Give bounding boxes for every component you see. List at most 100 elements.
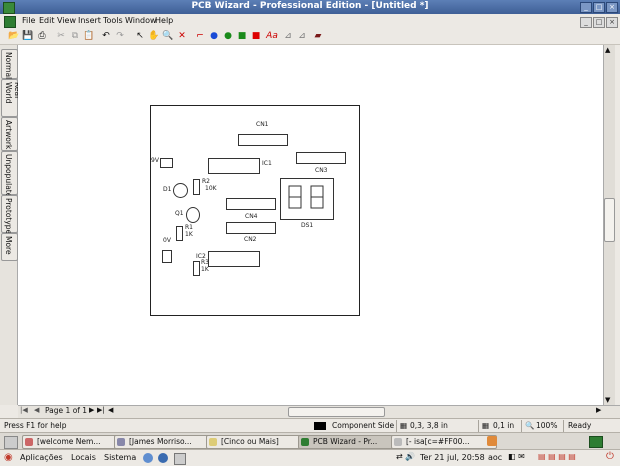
document-icon[interactable] — [4, 16, 16, 28]
menu-insert[interactable]: Insert — [78, 16, 101, 25]
menu-window[interactable]: Window — [125, 16, 157, 25]
tab-more[interactable]: More — [1, 233, 18, 261]
label-ds1: DS1 — [301, 222, 314, 229]
browser-launcher-icon[interactable] — [143, 453, 153, 463]
task-welcome[interactable]: [welcome Nem... — [22, 435, 124, 449]
notification-icons[interactable]: ◧ ✉ — [508, 452, 525, 461]
resistor-r2[interactable] — [193, 179, 200, 195]
text-tool-icon[interactable]: Aa — [266, 30, 278, 42]
tab-unpopulated[interactable]: Unpopulated — [1, 151, 18, 202]
tab-normal[interactable]: Normal — [1, 49, 18, 79]
resistor-r3[interactable] — [193, 261, 200, 276]
panel-clock[interactable]: Ter 21 jul, 20:58 — [420, 453, 485, 462]
circle-tool-icon[interactable]: ● — [222, 30, 234, 42]
menu-tools[interactable]: Tools — [103, 16, 123, 25]
scroll-right-icon[interactable]: ▶ — [596, 406, 601, 414]
tab-prototype[interactable]: Prototype — [1, 195, 18, 234]
status-bar: Press F1 for help Component Side ▦ 0,3, … — [0, 418, 620, 433]
transistor-q1[interactable] — [186, 207, 200, 223]
tab-artwork[interactable]: Artwork — [1, 117, 18, 151]
resistor-r1[interactable] — [176, 226, 183, 241]
menu-places[interactable]: Locais — [71, 453, 96, 462]
pan-hand-icon[interactable]: ✋ — [148, 30, 160, 42]
task-pcb-wizard[interactable]: PCB Wizard - Pr... — [298, 435, 400, 449]
chip-ic1[interactable] — [208, 158, 260, 174]
horizontal-scroll-thumb[interactable] — [288, 407, 385, 417]
indicator-icons[interactable]: ▤ ▤ ▤ ▤ — [538, 452, 576, 461]
tray-icons[interactable]: ⇄ 🔊 — [396, 452, 415, 461]
menu-applications[interactable]: Aplicações — [20, 453, 63, 462]
chip-ic2[interactable] — [208, 251, 260, 267]
pad-tool-icon[interactable]: ● — [208, 30, 220, 42]
zoom-icon[interactable]: 🔍 — [162, 30, 174, 42]
browser-icon — [25, 438, 33, 446]
delete-icon[interactable]: ✕ — [176, 30, 188, 42]
tray-icon[interactable] — [487, 436, 497, 446]
terminal-9v[interactable] — [160, 158, 173, 168]
status-ready: Ready — [568, 421, 592, 430]
paste-icon[interactable]: 📋 — [83, 30, 95, 42]
task-cinco[interactable]: [Cinco ou Mais] — [206, 435, 308, 449]
rectangle-tool-icon[interactable]: ■ — [236, 30, 248, 42]
minimize-button[interactable]: _ — [580, 2, 592, 13]
diode-d1[interactable] — [173, 183, 188, 198]
next-page-icon[interactable]: ▶ — [89, 406, 94, 414]
mirror-icon[interactable]: ⊿ — [296, 30, 308, 42]
select-pointer-icon[interactable]: ↖ — [134, 30, 146, 42]
copy-icon[interactable]: ⧉ — [69, 30, 81, 42]
close-button[interactable]: × — [606, 2, 618, 13]
game-icon — [209, 438, 217, 446]
label-r2: R2 — [202, 178, 210, 185]
connector-cn3[interactable] — [296, 152, 346, 164]
status-coordinates: 0,3, 3,8 in — [410, 421, 448, 430]
track-tool-icon[interactable]: ⌐ — [194, 30, 206, 42]
status-layer[interactable]: Component Side — [332, 421, 394, 430]
ubuntu-logo-icon[interactable]: ◉ — [4, 452, 13, 463]
terminal-0v[interactable] — [162, 250, 172, 263]
undo-icon[interactable]: ↶ — [100, 30, 112, 42]
scroll-down-icon[interactable]: ▼ — [605, 396, 610, 404]
connector-cn1[interactable] — [238, 134, 288, 146]
separator — [521, 420, 522, 432]
align-icon[interactable]: ⊿ — [282, 30, 294, 42]
menu-view[interactable]: View — [57, 16, 76, 25]
print-icon[interactable]: ⎙ — [36, 30, 48, 42]
component-gallery-icon[interactable]: ▰ — [312, 30, 324, 42]
fill-tool-icon[interactable]: ■ — [250, 30, 262, 42]
cut-icon[interactable]: ✂ — [55, 30, 67, 42]
label-9v: 9V — [151, 157, 159, 164]
menu-system[interactable]: Sistema — [104, 453, 136, 462]
task-isa[interactable]: [- isa[c=#FF00... — [391, 435, 497, 449]
save-icon[interactable]: 💾 — [22, 30, 34, 42]
task-james[interactable]: [James Morriso... — [114, 435, 216, 449]
help-launcher-icon[interactable] — [158, 453, 168, 463]
power-icon[interactable]: ⏻ — [606, 451, 614, 462]
display-ds1[interactable] — [280, 178, 334, 220]
connector-cn2[interactable] — [226, 222, 276, 234]
show-desktop-icon[interactable] — [4, 436, 18, 449]
connector-cn4[interactable] — [226, 198, 276, 210]
prev-page-icon[interactable]: ◀ — [34, 406, 39, 414]
maximize-button[interactable]: □ — [593, 2, 605, 13]
open-icon[interactable]: 📂 — [8, 30, 20, 42]
status-zoom[interactable]: 100% — [536, 421, 557, 430]
redo-icon[interactable]: ↷ — [114, 30, 126, 42]
panel-user[interactable]: aoc — [488, 453, 502, 462]
last-page-icon[interactable]: ▶| — [97, 406, 105, 414]
scroll-up-icon[interactable]: ▲ — [605, 46, 610, 54]
doc-minimize-button[interactable]: _ — [580, 17, 592, 28]
menu-file[interactable]: File — [22, 16, 35, 25]
menu-edit[interactable]: Edit — [39, 16, 55, 25]
label-r1-value: 1K — [185, 231, 193, 238]
tab-real-world[interactable]: Real World — [1, 79, 22, 117]
terminal-launcher-icon[interactable] — [174, 453, 186, 465]
workspace-switcher[interactable] — [589, 436, 603, 448]
doc-restore-button[interactable]: □ — [593, 17, 605, 28]
pcb-icon — [301, 438, 309, 446]
first-page-icon[interactable]: |◀ — [20, 406, 28, 414]
vertical-scroll-thumb[interactable] — [604, 198, 615, 242]
scroll-left-icon[interactable]: ◀ — [108, 406, 113, 414]
doc-close-button[interactable]: × — [606, 17, 618, 28]
menu-help[interactable]: Help — [155, 16, 173, 25]
status-grid[interactable]: 0,1 in — [493, 421, 514, 430]
